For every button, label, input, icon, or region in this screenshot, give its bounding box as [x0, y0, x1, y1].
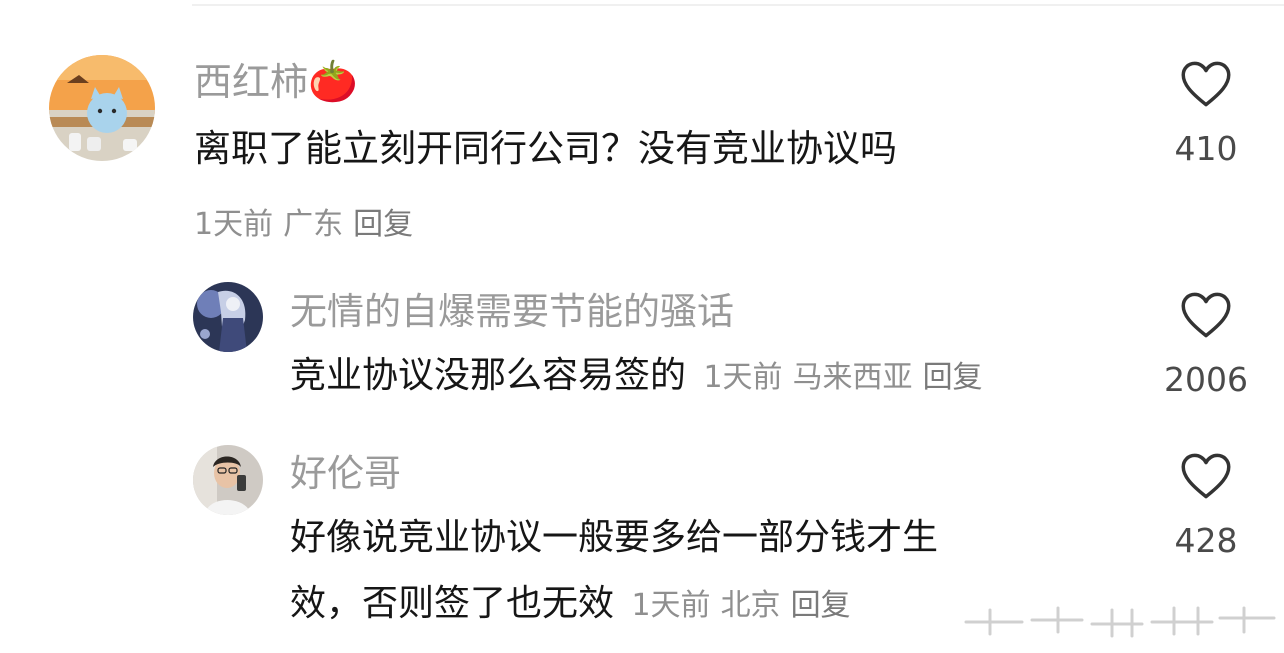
reply-time: 1天前: [703, 360, 783, 395]
like-button[interactable]: 428: [1151, 452, 1261, 557]
reply-username[interactable]: 无情的自爆需要节能的骚话: [290, 293, 734, 330]
comment-location: 广东: [283, 207, 344, 242]
tomato-emoji-icon: 🍅: [308, 59, 358, 105]
reply-button[interactable]: 回复: [923, 360, 983, 395]
comment-username[interactable]: 西红柿🍅: [194, 62, 358, 102]
like-count: 428: [1174, 521, 1238, 560]
reply-text-line-2: 效，否则签了也无效: [290, 583, 615, 624]
reply-text: 竞业协议没那么容易签的: [290, 355, 687, 396]
avatar[interactable]: [193, 282, 263, 352]
reply-text-line-1: 好像说竞业协议一般要多给一部分钱才生: [290, 517, 939, 558]
reply-meta: 1天前 马来西亚 回复: [703, 360, 982, 395]
reply-button[interactable]: 回复: [791, 588, 851, 623]
comment-time: 1天前: [194, 207, 274, 242]
avatar[interactable]: [193, 445, 263, 515]
username-text: 西红柿: [194, 60, 309, 104]
reply-location: 北京: [720, 588, 781, 623]
like-count: 2006: [1164, 360, 1248, 399]
like-button[interactable]: 410: [1151, 60, 1261, 165]
reply-meta: 1天前 北京 回复: [631, 588, 850, 623]
reply-text-row: 效，否则签了也无效 1天前 北京 回复: [290, 586, 851, 622]
reply-text-row: 竞业协议没那么容易签的 1天前 马来西亚 回复: [290, 358, 983, 394]
like-count: 410: [1174, 129, 1238, 168]
reply-time: 1天前: [631, 588, 711, 623]
reply-location: 马来西亚: [792, 360, 913, 395]
reply-button[interactable]: 回复: [353, 207, 413, 242]
avatar[interactable]: [49, 55, 155, 161]
top-divider: [192, 4, 1284, 6]
heart-outline-icon: [1181, 61, 1231, 107]
like-button[interactable]: 2006: [1151, 291, 1261, 396]
heart-outline-icon: [1181, 292, 1231, 338]
comment-text: 离职了能立刻开同行公司？没有竞业协议吗: [194, 127, 897, 170]
comment-meta: 1天前 广东 回复: [194, 199, 413, 243]
reply-username[interactable]: 好伦哥: [290, 455, 401, 492]
heart-outline-icon: [1181, 453, 1231, 499]
watermark: [964, 606, 1276, 638]
